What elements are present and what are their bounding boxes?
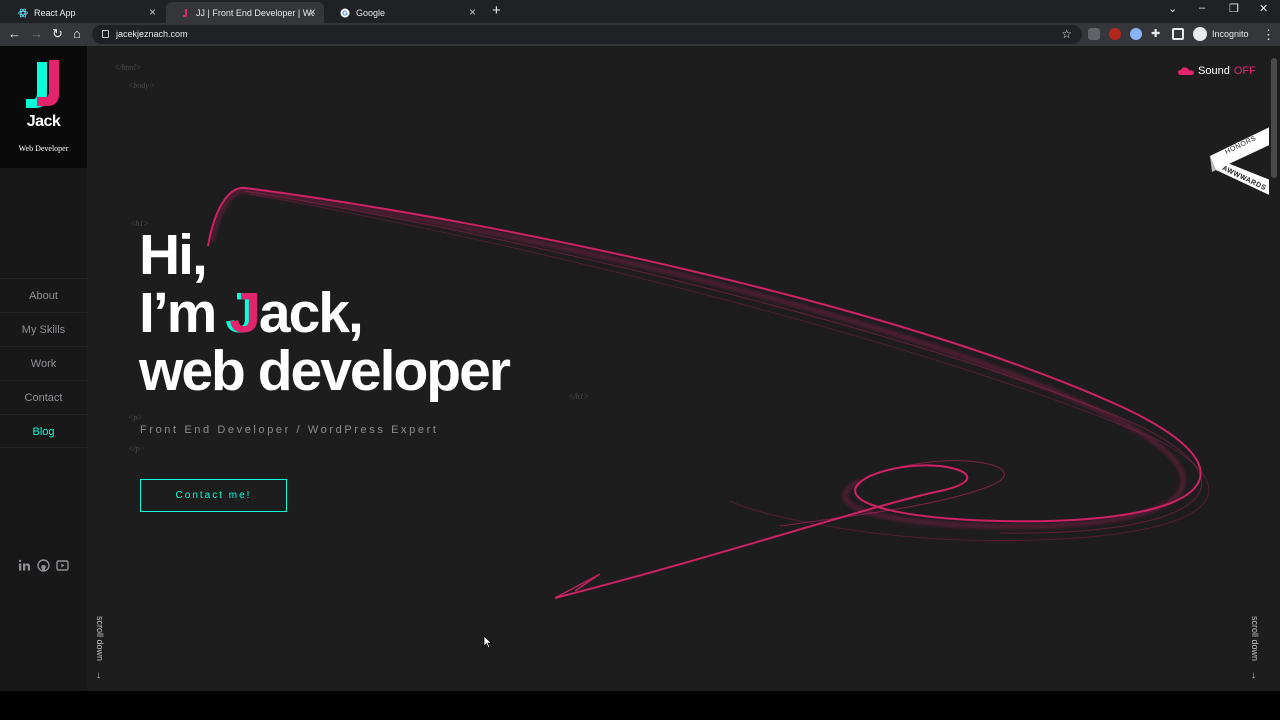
- sound-toggle[interactable]: Sound OFF: [1178, 65, 1256, 77]
- tab-title: Google: [356, 7, 386, 18]
- nav-item-my-skills[interactable]: My Skills: [0, 312, 87, 346]
- tab-title: React App: [34, 7, 76, 18]
- h1-close-tag-decoration: </h1>: [568, 392, 590, 401]
- side-panel-icon[interactable]: [1172, 28, 1184, 40]
- logo-subtitle: Web Developer: [18, 144, 69, 153]
- lock-icon: [102, 30, 109, 38]
- forward-icon[interactable]: →: [30, 27, 43, 41]
- react-icon: [18, 8, 28, 18]
- tab-jack[interactable]: JJ | Front End Developer | WordP... ×: [166, 2, 324, 23]
- logo[interactable]: Jack Web Developer: [0, 46, 87, 168]
- github-icon[interactable]: [37, 559, 50, 572]
- jack-favicon-icon: [180, 8, 190, 18]
- hero-line-2-suffix: ack,: [258, 281, 364, 345]
- incognito-label: Incognito: [1212, 29, 1249, 39]
- tab-search-icon[interactable]: ⌄: [1168, 2, 1177, 15]
- new-tab-icon[interactable]: +: [492, 3, 501, 19]
- scroll-down-label-right: scroll down: [1250, 616, 1260, 662]
- p-open-tag-decoration: <p>: [128, 413, 143, 422]
- scrollbar[interactable]: [1269, 46, 1280, 691]
- close-icon[interactable]: ×: [149, 5, 156, 19]
- incognito-indicator[interactable]: Incognito: [1193, 27, 1249, 41]
- nav-item-work[interactable]: Work: [0, 346, 87, 380]
- close-icon[interactable]: ×: [469, 5, 476, 19]
- linkedin-icon[interactable]: [18, 559, 31, 572]
- hero-line-2-prefix: I’m: [139, 281, 230, 345]
- close-window-icon[interactable]: ✕: [1259, 2, 1268, 15]
- logo-j-icon: [26, 60, 59, 108]
- hero-j-letter: J: [229, 281, 261, 345]
- logo-name: Jack: [26, 113, 61, 130]
- main-nav: About My Skills Work Contact Blog: [0, 278, 87, 448]
- home-icon[interactable]: ⌂: [73, 27, 81, 41]
- ublock-icon[interactable]: [1109, 28, 1121, 40]
- reload-icon[interactable]: ↻: [52, 27, 63, 41]
- mouse-cursor-icon: [483, 635, 493, 649]
- svg-text:G: G: [342, 10, 348, 17]
- minimize-icon[interactable]: –: [1199, 2, 1205, 14]
- hero-heading: Hi, I’m Jack, web developer: [139, 223, 511, 403]
- browser-tab-strip: React App × JJ | Front End Developer | W…: [0, 0, 1280, 23]
- back-icon[interactable]: ←: [8, 27, 21, 41]
- sound-state: OFF: [1233, 65, 1256, 77]
- address-bar[interactable]: jacekjeznach.com ☆: [92, 25, 1082, 44]
- close-icon[interactable]: ×: [309, 5, 316, 19]
- extension-icon[interactable]: [1088, 28, 1100, 40]
- browser-toolbar: ← → ↻ ⌂ jacekjeznach.com ☆ ✚ Incognito ⋮: [0, 23, 1280, 46]
- sound-label: Sound: [1198, 65, 1230, 77]
- arrow-down-icon: ↓: [1251, 670, 1256, 681]
- html-tag-decoration: </html>: [114, 63, 142, 72]
- scrollbar-thumb[interactable]: [1271, 58, 1277, 178]
- google-icon: G: [340, 8, 350, 18]
- extension-icon[interactable]: [1130, 28, 1142, 40]
- sidebar: Jack Web Developer About My Skills Work …: [0, 46, 87, 691]
- p-close-tag-decoration: </p>: [128, 444, 146, 453]
- body-tag-decoration: <body>: [128, 81, 155, 90]
- nav-item-contact[interactable]: Contact: [0, 380, 87, 414]
- contact-me-button[interactable]: Contact me!: [140, 479, 287, 512]
- tab-title: JJ | Front End Developer | WordP...: [196, 7, 314, 18]
- tab-google[interactable]: G Google ×: [326, 2, 484, 23]
- nav-item-about[interactable]: About: [0, 278, 87, 312]
- hero-line-1: Hi,: [139, 223, 208, 287]
- hero-subtitle: Front End Developer / WordPress Expert: [140, 424, 439, 436]
- puzzle-icon[interactable]: ✚: [1151, 28, 1163, 40]
- incognito-icon: [1193, 27, 1207, 41]
- hero-line-3: web developer: [139, 339, 511, 403]
- bottom-bar: [0, 691, 1280, 720]
- soundcloud-icon: [1178, 67, 1194, 75]
- web-page: Jack Web Developer About My Skills Work …: [0, 46, 1280, 691]
- youtube-icon[interactable]: [56, 559, 69, 572]
- url-text: jacekjeznach.com: [116, 29, 188, 39]
- tab-react-app[interactable]: React App ×: [4, 2, 164, 23]
- bookmark-star-icon[interactable]: ☆: [1061, 27, 1072, 41]
- menu-icon[interactable]: ⋮: [1262, 27, 1275, 43]
- restore-icon[interactable]: ❐: [1229, 2, 1239, 15]
- scroll-down-label-left: scroll down: [95, 616, 105, 662]
- arrow-down-icon: ↓: [96, 670, 101, 681]
- nav-item-blog[interactable]: Blog: [0, 414, 87, 448]
